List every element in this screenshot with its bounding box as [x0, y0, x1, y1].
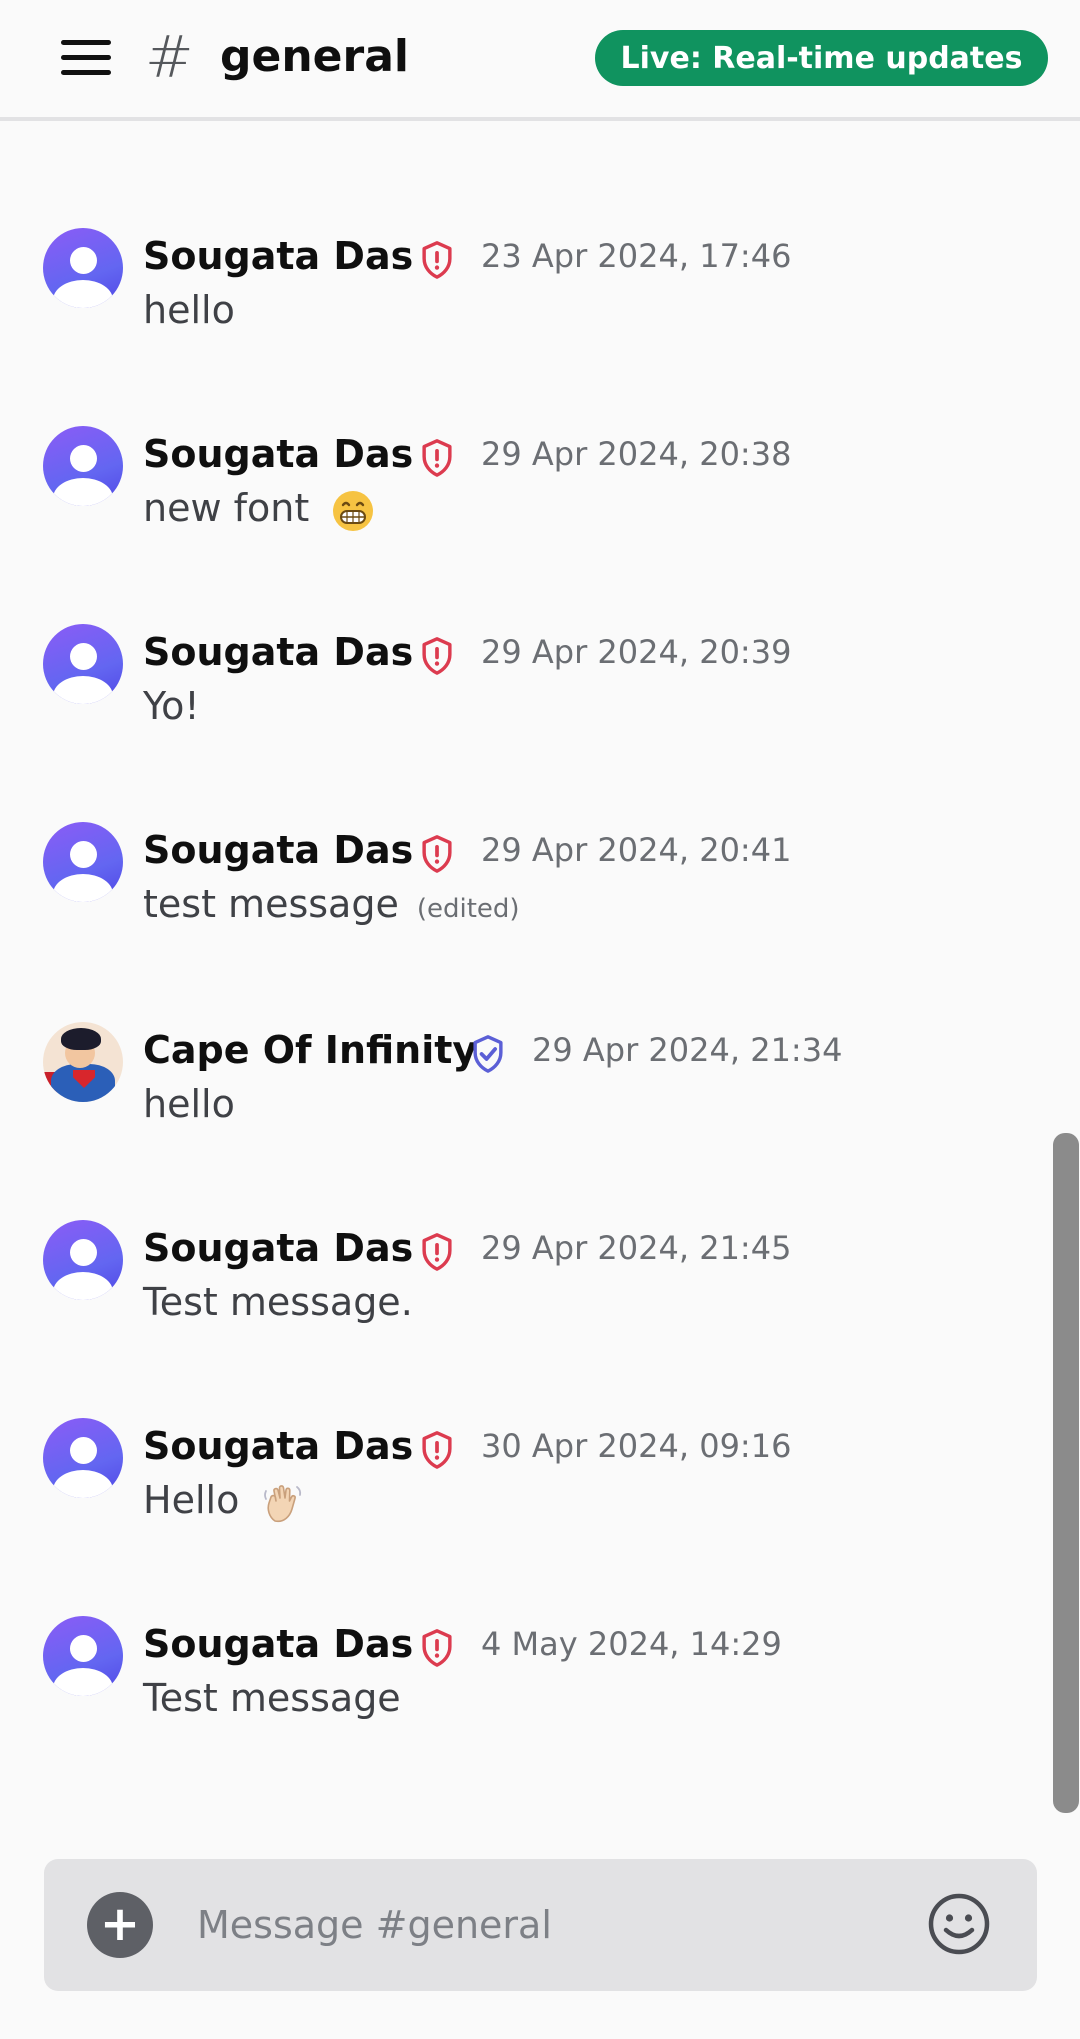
avatar[interactable]: [43, 426, 123, 506]
waving-hand-emoji: [264, 1484, 302, 1522]
hash-icon: #: [145, 23, 194, 91]
plus-icon[interactable]: +: [87, 1892, 153, 1958]
message-author[interactable]: Sougata Das: [143, 426, 413, 482]
message-author[interactable]: Cape Of Infinity: [143, 1022, 477, 1078]
message-item: Sougata Das 4 May 2024, 14:29 Test messa…: [0, 1616, 1040, 1746]
avatar[interactable]: [43, 624, 123, 704]
message-text: Test message: [143, 1676, 401, 1720]
message-text: Yo!: [143, 684, 200, 728]
shield-alert-icon: [422, 637, 452, 675]
message-text: Hello: [143, 1472, 305, 1528]
avatar[interactable]: [43, 1418, 123, 1498]
message-text: hello: [143, 1082, 235, 1126]
message-timestamp: 29 Apr 2024, 21:45: [481, 1229, 792, 1267]
message-text: hello: [143, 288, 235, 332]
channel-header: # general Live: Real-time updates: [0, 0, 1080, 121]
message-input[interactable]: [197, 1889, 897, 1961]
message-text: test message (edited): [143, 882, 520, 926]
edited-label: (edited): [416, 894, 520, 924]
message-item: Sougata Das 29 Apr 2024, 20:41 test mess…: [0, 822, 1040, 952]
avatar[interactable]: [43, 822, 123, 902]
message-author[interactable]: Sougata Das: [143, 1220, 413, 1276]
message-item: Sougata Das 29 Apr 2024, 21:45 Test mess…: [0, 1220, 1040, 1350]
chat-app: # general Live: Real-time updates Sougat…: [0, 0, 1080, 2039]
message-item: Cape Of Infinity 29 Apr 2024, 21:34 hell…: [0, 1022, 1040, 1152]
message-item: Sougata Das 30 Apr 2024, 09:16 Hello: [0, 1418, 1040, 1548]
menu-icon[interactable]: [58, 30, 114, 84]
avatar[interactable]: [43, 1616, 123, 1696]
message-timestamp: 29 Apr 2024, 21:34: [532, 1031, 843, 1069]
message-text: new font: [143, 480, 375, 536]
message-timestamp: 29 Apr 2024, 20:39: [481, 633, 792, 671]
shield-alert-icon: [422, 1233, 452, 1271]
message-item: Sougata Das 29 Apr 2024, 20:39 Yo!: [0, 624, 1040, 754]
shield-alert-icon: [422, 241, 452, 279]
channel-title: general: [220, 31, 409, 82]
smiley-icon[interactable]: [927, 1892, 991, 1956]
message-timestamp: 29 Apr 2024, 20:38: [481, 435, 792, 473]
message-timestamp: 23 Apr 2024, 17:46: [481, 237, 792, 275]
message-timestamp: 4 May 2024, 14:29: [481, 1625, 782, 1663]
shield-alert-icon: [422, 1431, 452, 1469]
shield-alert-icon: [422, 439, 452, 477]
grinning-face-emoji: [333, 490, 374, 531]
message-author[interactable]: Sougata Das: [143, 624, 413, 680]
avatar[interactable]: [43, 1220, 123, 1300]
message-text: Test message.: [143, 1280, 413, 1324]
shield-alert-icon: [422, 835, 452, 873]
avatar[interactable]: [43, 228, 123, 308]
message-author[interactable]: Sougata Das: [143, 228, 413, 284]
message-composer: +: [44, 1859, 1037, 1991]
message-author[interactable]: Sougata Das: [143, 822, 413, 878]
message-timestamp: 29 Apr 2024, 20:41: [481, 831, 792, 869]
shield-alert-icon: [422, 1629, 452, 1667]
message-author[interactable]: Sougata Das: [143, 1418, 413, 1474]
message-item: Sougata Das 29 Apr 2024, 20:38 new font: [0, 426, 1040, 556]
message-author[interactable]: Sougata Das: [143, 1616, 413, 1672]
avatar[interactable]: [43, 1022, 123, 1102]
scrollbar-thumb[interactable]: [1053, 1133, 1079, 1813]
message-list: Sougata Das 23 Apr 2024, 17:46 hello Sou…: [0, 125, 1080, 1825]
shield-check-icon: [473, 1035, 503, 1073]
message-item: Sougata Das 23 Apr 2024, 17:46 hello: [0, 228, 1040, 358]
message-timestamp: 30 Apr 2024, 09:16: [481, 1427, 792, 1465]
live-status-badge: Live: Real-time updates: [595, 30, 1048, 86]
